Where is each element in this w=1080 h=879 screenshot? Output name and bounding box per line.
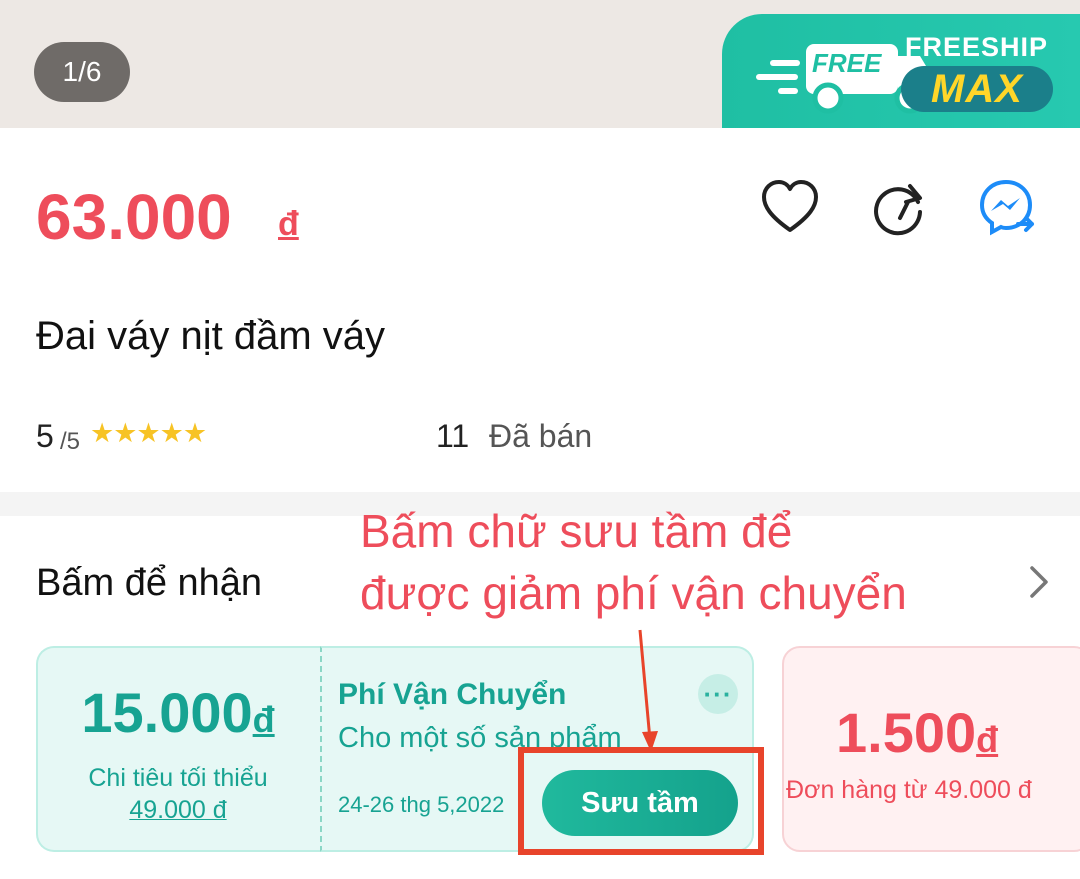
highlight-box	[518, 747, 764, 855]
freeship-title: FREESHIP	[905, 32, 1049, 62]
sold-count: 11	[436, 418, 470, 454]
annotation-line-2: được giảm phí vận chuyển	[360, 567, 907, 619]
sold-label: Đã bán	[489, 418, 593, 454]
more-options-button[interactable]: ···	[698, 674, 738, 714]
price-currency: đ	[278, 205, 299, 243]
discount-voucher-amount: 1.500đ	[836, 700, 998, 765]
annotation-arrow	[638, 629, 658, 752]
discount-voucher-currency: đ	[976, 719, 999, 760]
share-icon[interactable]	[870, 178, 930, 238]
heart-icon[interactable]	[760, 178, 820, 238]
shipping-voucher-min-spend: Chi tiêu tối thiểu 49.000 đ	[36, 762, 320, 826]
min-spend-value: 49.000 đ	[129, 796, 227, 824]
voucher-section-title[interactable]: Bấm để nhận	[36, 562, 262, 605]
shipping-voucher-amount: 15.000đ	[36, 680, 320, 745]
min-spend-label: Chi tiêu tối thiểu	[88, 764, 268, 792]
instruction-annotation: Bấm chữ sưu tầm để được giảm phí vận chu…	[360, 500, 1060, 624]
product-title: Đai váy nịt đầm váy	[36, 314, 386, 358]
discount-voucher-min-order: Đơn hàng từ 49.000 đ	[786, 776, 1032, 804]
messenger-icon[interactable]	[978, 178, 1038, 238]
shipping-voucher-currency: đ	[252, 699, 275, 740]
image-counter: 1/6	[34, 42, 130, 102]
annotation-line-1: Bấm chữ sưu tầm để	[360, 505, 793, 557]
discount-voucher-amount-value: 1.500	[836, 701, 977, 764]
rating-max: /5	[60, 428, 81, 455]
rating-stars: ★★★★★	[90, 418, 207, 448]
shipping-voucher-amount-value: 15.000	[81, 681, 253, 744]
shipping-voucher-type: Phí Vận Chuyển	[338, 678, 567, 711]
truck-label: FREE	[812, 48, 882, 78]
truck-icon: FREE	[756, 44, 930, 114]
shipping-voucher-date: 24-26 thg 5,2022	[338, 792, 505, 817]
rating-value: 5	[36, 418, 54, 454]
product-price: 63.000	[36, 181, 232, 253]
freeship-max-label: MAX	[901, 66, 1053, 112]
